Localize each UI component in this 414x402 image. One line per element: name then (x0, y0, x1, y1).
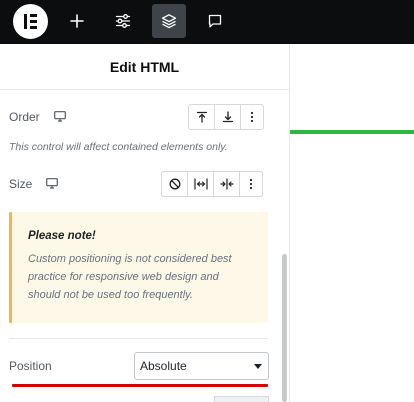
order-end-button[interactable] (215, 105, 241, 129)
more-options-icon (249, 178, 253, 190)
highlight-underline (12, 384, 268, 387)
scrollbar-thumb[interactable] (282, 254, 287, 402)
panel-divider (289, 44, 290, 402)
more-options-icon (250, 111, 254, 123)
layers-icon (161, 14, 177, 29)
align-bottom-icon (222, 111, 233, 123)
positioning-note: Please note! Custom positioning is not c… (9, 212, 268, 323)
size-shrink-button[interactable] (214, 172, 240, 196)
comment-icon (208, 14, 222, 28)
order-start-button[interactable] (189, 105, 215, 129)
note-line: Custom positioning is not considered bes… (28, 253, 232, 265)
editor-panel: Edit HTML Order This control will affect… (0, 44, 289, 402)
desktop-icon[interactable] (46, 178, 58, 189)
grow-icon (193, 178, 208, 190)
chevron-down-icon (254, 364, 262, 369)
panel-scrollbar[interactable] (282, 254, 287, 402)
note-line: should not be used too frequently. (28, 289, 193, 301)
size-more-button[interactable] (240, 172, 262, 196)
order-more-button[interactable] (241, 105, 263, 129)
preview-green-line (290, 130, 414, 134)
panel-header: Edit HTML (0, 44, 289, 90)
note-title: Please note! (28, 230, 96, 242)
order-label: Order (9, 110, 40, 124)
size-label: Size (9, 177, 33, 191)
partially-visible-control (214, 396, 269, 402)
site-settings-button[interactable] (106, 4, 140, 38)
sliders-icon (115, 14, 131, 28)
order-helper-text: This control will affect contained eleme… (9, 141, 228, 153)
size-control (161, 171, 263, 197)
top-bar (0, 0, 414, 44)
add-element-button[interactable] (60, 4, 94, 38)
none-icon (169, 178, 180, 190)
note-line: practice for responsive web design and (28, 271, 219, 283)
align-top-icon (196, 111, 207, 123)
position-select-value: Absolute (140, 359, 187, 373)
position-label: Position (9, 359, 52, 373)
desktop-icon[interactable] (54, 111, 66, 122)
order-control (188, 104, 264, 130)
structure-button[interactable] (152, 4, 186, 38)
position-select[interactable]: Absolute (134, 352, 269, 380)
divider (9, 338, 268, 339)
elementor-logo-icon[interactable] (13, 4, 48, 39)
shrink-icon (219, 178, 234, 190)
notes-button[interactable] (198, 4, 232, 38)
size-none-button[interactable] (162, 172, 188, 196)
plus-icon (70, 14, 84, 28)
size-grow-button[interactable] (188, 172, 214, 196)
note-body: Custom positioning is not considered bes… (28, 250, 258, 304)
panel-title: Edit HTML (109, 58, 180, 75)
